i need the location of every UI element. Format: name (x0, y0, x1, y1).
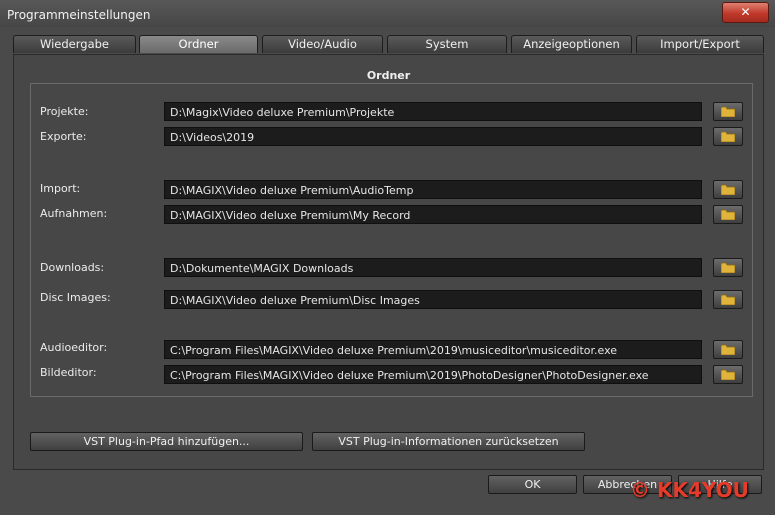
tab-video-audio[interactable]: Video/Audio (262, 35, 383, 53)
folder-icon (721, 106, 735, 117)
ok-button[interactable]: OK (488, 475, 577, 494)
browse-button-aufnahmen[interactable] (713, 205, 743, 224)
close-icon: ✕ (740, 5, 751, 19)
path-field-disc-images[interactable]: D:\MAGIX\Video deluxe Premium\Disc Image… (164, 290, 702, 309)
path-field-aufnahmen[interactable]: D:\MAGIX\Video deluxe Premium\My Record (164, 205, 702, 224)
browse-button-downloads[interactable] (713, 258, 743, 277)
label-bildeditor: Bildeditor: (40, 366, 97, 379)
label-exporte: Exporte: (40, 130, 87, 143)
label-downloads: Downloads: (40, 261, 105, 274)
path-field-projekte[interactable]: D:\Magix\Video deluxe Premium\Projekte (164, 102, 702, 121)
path-field-downloads[interactable]: D:\Dokumente\MAGIX Downloads (164, 258, 702, 277)
folder-icon (721, 294, 735, 305)
tab-anzeigeoptionen[interactable]: Anzeigeoptionen (511, 35, 632, 53)
title-bar: Programmeinstellungen ✕ (0, 0, 775, 27)
browse-button-disc-images[interactable] (713, 290, 743, 309)
browse-button-import[interactable] (713, 180, 743, 199)
tab-system[interactable]: System (387, 35, 507, 53)
label-audioeditor: Audioeditor: (40, 341, 108, 354)
folder-icon (721, 262, 735, 273)
browse-button-bildeditor[interactable] (713, 365, 743, 384)
close-button[interactable]: ✕ (722, 2, 769, 23)
browse-button-exporte[interactable] (713, 127, 743, 146)
tab-ordner[interactable]: Ordner (139, 35, 258, 53)
label-disc-images: Disc Images: (40, 291, 111, 304)
folder-icon (721, 344, 735, 355)
tab-wiedergabe[interactable]: Wiedergabe (13, 35, 136, 53)
vst-reset-info-button[interactable]: VST Plug-in-Informationen zurücksetzen (312, 432, 585, 451)
folder-icon (721, 209, 735, 220)
group-title: Ordner (366, 69, 411, 82)
path-field-bildeditor[interactable]: C:\Program Files\MAGIX\Video deluxe Prem… (164, 365, 702, 384)
browse-button-projekte[interactable] (713, 102, 743, 121)
label-import: Import: (40, 182, 81, 195)
browse-button-audioeditor[interactable] (713, 340, 743, 359)
folder-icon (721, 369, 735, 380)
tab-bar: Wiedergabe Ordner Video/Audio System Anz… (13, 35, 764, 54)
label-aufnahmen: Aufnahmen: (40, 207, 108, 220)
path-field-import[interactable]: D:\MAGIX\Video deluxe Premium\AudioTemp (164, 180, 702, 199)
vst-add-path-button[interactable]: VST Plug-in-Pfad hinzufügen... (30, 432, 303, 451)
watermark: © KK4YOU (630, 478, 749, 502)
window-title: Programmeinstellungen (7, 8, 151, 22)
folder-icon (721, 184, 735, 195)
settings-panel: Ordner Projekte: D:\Magix\Video deluxe P… (13, 54, 764, 470)
folder-icon (721, 131, 735, 142)
path-field-audioeditor[interactable]: C:\Program Files\MAGIX\Video deluxe Prem… (164, 340, 702, 359)
path-field-exporte[interactable]: D:\Videos\2019 (164, 127, 702, 146)
tab-import-export[interactable]: Import/Export (636, 35, 764, 53)
label-projekte: Projekte: (40, 105, 89, 118)
